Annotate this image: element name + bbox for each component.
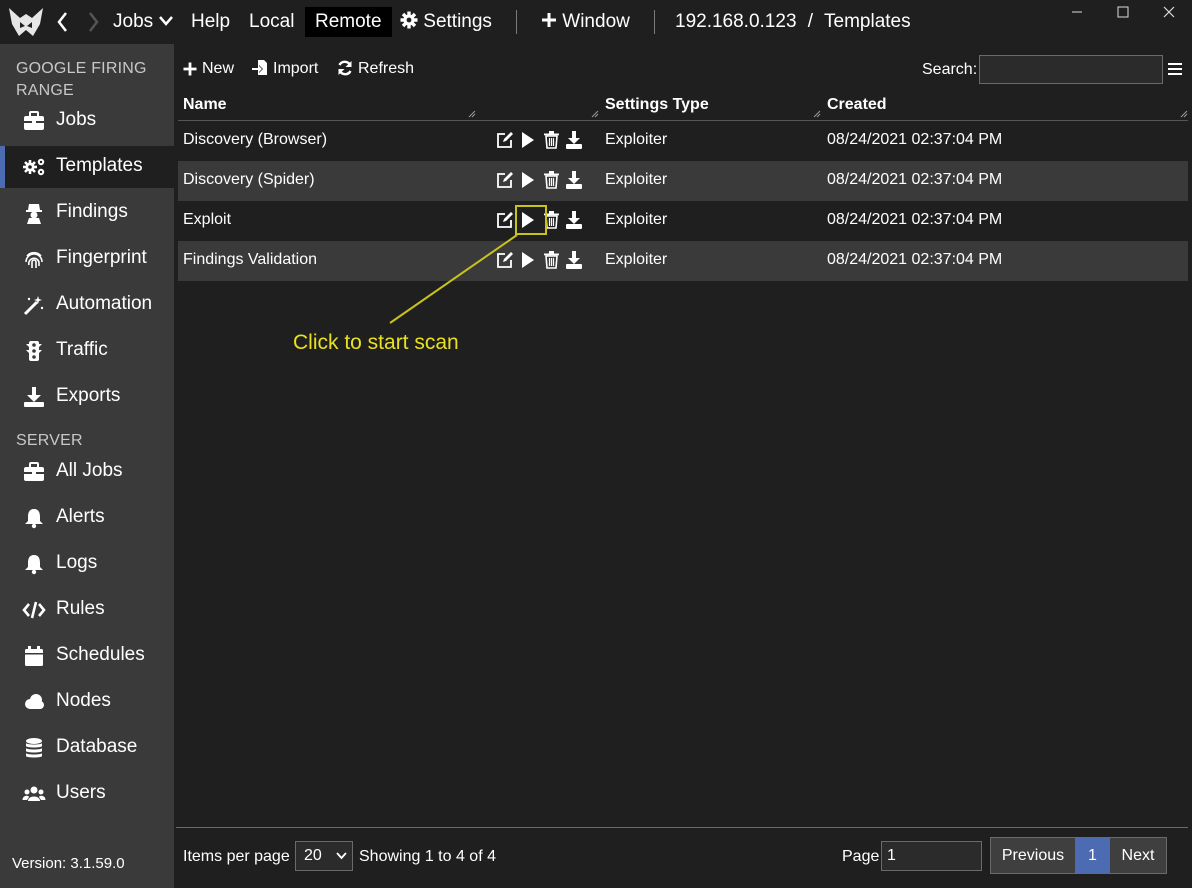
sidebar-item-label: Exports	[56, 385, 121, 406]
minimize-icon	[1072, 11, 1082, 13]
sidebar-item-users[interactable]: Users	[0, 773, 174, 815]
close-icon	[1163, 6, 1175, 18]
menu-help[interactable]: Help	[191, 0, 230, 44]
close-button[interactable]	[1146, 0, 1192, 30]
page-label: Page	[842, 848, 880, 865]
gear-icon	[400, 11, 418, 29]
annotation-highlight-box	[515, 205, 547, 235]
sidebar-item-schedules[interactable]: Schedules	[0, 635, 174, 677]
code-icon	[22, 601, 46, 619]
plus-icon	[542, 13, 556, 27]
sidebar-item-traffic[interactable]: Traffic	[0, 330, 174, 372]
showing-count: Showing 1 to 4 of 4	[359, 848, 496, 865]
sidebar-item-database[interactable]: Database	[0, 727, 174, 769]
maximize-icon	[1117, 6, 1129, 18]
sidebar-section-server: SERVER	[16, 432, 83, 449]
bell-icon	[25, 555, 43, 575]
annotation-arrow	[389, 234, 518, 324]
sidebar-item-label: Database	[56, 736, 138, 757]
footer-divider	[176, 827, 1188, 828]
sidebar-item-label: Logs	[56, 552, 98, 573]
sidebar-item-alerts[interactable]: Alerts	[0, 497, 174, 539]
sidebar-item-label: Traffic	[56, 339, 108, 360]
menu-settings[interactable]: Settings	[400, 0, 492, 44]
menu-window-label: Window	[562, 11, 630, 32]
briefcase-icon	[24, 111, 44, 130]
menu-jobs-label: Jobs	[113, 11, 154, 32]
maximize-button[interactable]	[1100, 0, 1146, 30]
chevron-down-icon	[159, 16, 174, 26]
user-secret-icon	[26, 204, 42, 224]
sidebar-item-automation[interactable]: Automation	[0, 284, 174, 326]
sidebar-item-jobs[interactable]: Jobs	[0, 100, 174, 142]
main-content: New Import Refresh Search: Name Settings…	[174, 44, 1192, 888]
breadcrumb: 192.168.0.123 / Templates	[675, 0, 911, 44]
sidebar-item-label: Templates	[56, 155, 143, 176]
cloud-icon	[25, 694, 44, 709]
download-icon	[24, 387, 44, 407]
breadcrumb-host: 192.168.0.123	[675, 11, 797, 32]
briefcase-icon	[24, 462, 44, 481]
sidebar-section-project: GOOGLE FIRING RANGE	[16, 60, 147, 99]
forward-icon[interactable]	[85, 0, 101, 44]
menu-settings-label: Settings	[423, 11, 492, 32]
previous-button[interactable]: Previous	[990, 837, 1076, 874]
items-per-page-value: 20	[304, 847, 322, 864]
items-per-page-select[interactable]: 20	[295, 841, 353, 871]
sidebar-item-templates[interactable]: Templates	[0, 146, 174, 188]
sidebar-item-all-jobs[interactable]: All Jobs	[0, 451, 174, 493]
database-icon	[26, 738, 42, 758]
sidebar-item-label: Schedules	[56, 644, 145, 665]
sidebar-item-label: Users	[56, 782, 106, 803]
sidebar-item-rules[interactable]: Rules	[0, 589, 174, 631]
sidebar-item-findings[interactable]: Findings	[0, 192, 174, 234]
sidebar-item-label: Findings	[56, 201, 128, 222]
app-logo-icon[interactable]	[6, 0, 46, 44]
title-bar: Jobs Help Local Remote Settings Window 1…	[0, 0, 1192, 44]
sidebar-item-label: All Jobs	[56, 460, 123, 481]
sidebar-item-label: Nodes	[56, 690, 111, 711]
breadcrumb-page: Templates	[824, 11, 911, 32]
annotation-callout: Click to start scan	[293, 331, 459, 354]
traffic-light-icon	[26, 341, 42, 361]
sidebar-item-fingerprint[interactable]: Fingerprint	[0, 238, 174, 280]
divider	[516, 10, 517, 34]
calendar-icon	[25, 646, 43, 666]
sidebar-item-label: Automation	[56, 293, 153, 314]
minimize-button[interactable]	[1054, 0, 1100, 30]
fingerprint-icon	[25, 251, 43, 268]
menu-jobs[interactable]: Jobs	[113, 0, 174, 44]
sidebar-item-label: Fingerprint	[56, 247, 147, 268]
bell-icon	[25, 509, 43, 529]
sidebar-item-label: Alerts	[56, 506, 105, 527]
page-input[interactable]: 1	[881, 841, 982, 871]
sidebar: GOOGLE FIRING RANGE Jobs Templates Findi…	[0, 44, 174, 888]
menu-remote[interactable]: Remote	[305, 7, 392, 37]
users-icon	[22, 786, 46, 801]
menu-local[interactable]: Local	[249, 0, 294, 44]
chevron-down-icon	[336, 852, 347, 860]
sidebar-item-label: Jobs	[56, 109, 97, 130]
cogs-icon	[23, 158, 45, 176]
items-per-page-label: Items per page	[183, 848, 290, 865]
sidebar-item-label: Rules	[56, 598, 105, 619]
menu-window[interactable]: Window	[541, 0, 630, 44]
back-icon[interactable]	[55, 0, 71, 44]
next-button[interactable]: Next	[1109, 837, 1167, 874]
version-label: Version: 3.1.59.0	[12, 855, 125, 872]
current-page-button[interactable]: 1	[1075, 837, 1110, 874]
sidebar-item-logs[interactable]: Logs	[0, 543, 174, 585]
divider	[654, 10, 655, 34]
magic-wand-icon	[23, 296, 44, 316]
breadcrumb-separator: /	[807, 11, 814, 32]
sidebar-item-nodes[interactable]: Nodes	[0, 681, 174, 723]
sidebar-item-exports[interactable]: Exports	[0, 376, 174, 418]
